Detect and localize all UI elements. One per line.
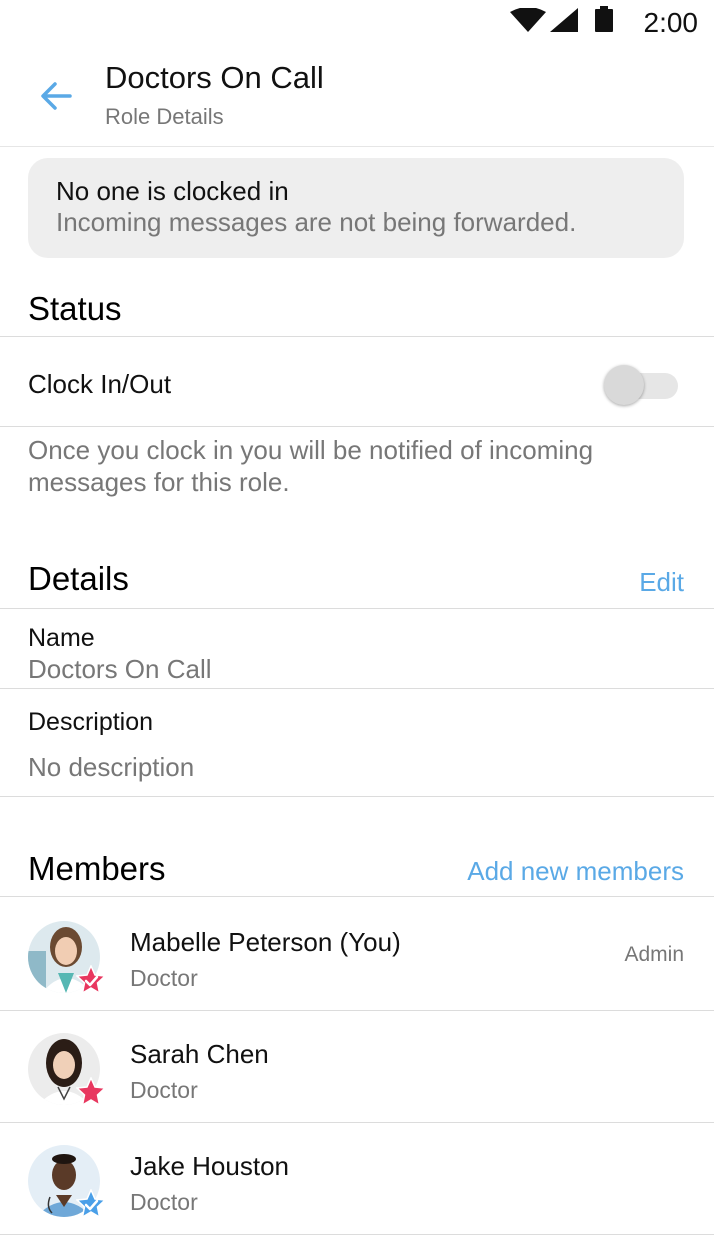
description-label: Description xyxy=(28,708,154,736)
check-star-icon xyxy=(76,965,106,995)
status-bar: 2:00 xyxy=(0,0,714,44)
check-star-icon xyxy=(76,1189,106,1219)
page-subtitle: Role Details xyxy=(105,104,224,129)
admin-badge: Admin xyxy=(624,943,684,966)
name-value: Doctors On Call xyxy=(28,654,212,684)
name-label: Name xyxy=(28,624,95,652)
wifi-icon xyxy=(510,8,546,32)
clock-in-out-label: Clock In/Out xyxy=(28,369,172,399)
member-row[interactable]: Sarah Chen Doctor xyxy=(0,1011,714,1123)
description-field-row: Description No description xyxy=(0,689,714,797)
clock-in-out-row: Clock In/Out xyxy=(0,337,714,427)
member-name: Sarah Chen xyxy=(130,1039,269,1069)
back-arrow-icon[interactable] xyxy=(38,78,74,114)
clock-time: 2:00 xyxy=(643,7,699,38)
page-title: Doctors On Call xyxy=(105,60,324,95)
member-row[interactable]: Jake Houston Doctor xyxy=(0,1123,714,1235)
member-role: Doctor xyxy=(130,1189,198,1215)
star-icon xyxy=(76,1077,106,1107)
name-field-row: Name Doctors On Call xyxy=(0,609,714,689)
clock-status-banner: No one is clocked in Incoming messages a… xyxy=(28,158,684,258)
app-bar: Doctors On Call Role Details xyxy=(0,44,714,147)
toggle-knob xyxy=(604,365,644,405)
edit-button[interactable]: Edit xyxy=(639,567,684,598)
status-section-header: Status xyxy=(0,270,714,337)
battery-icon xyxy=(595,6,613,32)
member-role: Doctor xyxy=(130,965,198,991)
banner-title: No one is clocked in xyxy=(56,176,289,206)
member-name: Jake Houston xyxy=(130,1151,289,1181)
banner-message: Incoming messages are not being forwarde… xyxy=(56,207,577,237)
status-heading: Status xyxy=(28,290,122,327)
members-section-header: Members Add new members xyxy=(0,830,714,897)
member-row[interactable]: Mabelle Peterson (You) Doctor Admin xyxy=(0,899,714,1011)
members-heading: Members xyxy=(28,850,166,887)
description-value: No description xyxy=(28,752,195,782)
member-name: Mabelle Peterson (You) xyxy=(130,927,401,957)
signal-icon xyxy=(550,8,578,32)
details-section-header: Details Edit xyxy=(0,540,714,609)
clock-in-out-toggle[interactable] xyxy=(604,365,680,405)
details-heading: Details xyxy=(28,560,129,597)
add-new-members-button[interactable]: Add new members xyxy=(467,856,684,887)
member-role: Doctor xyxy=(130,1077,198,1103)
clock-helper-text: Once you clock in you will be notified o… xyxy=(28,435,594,497)
